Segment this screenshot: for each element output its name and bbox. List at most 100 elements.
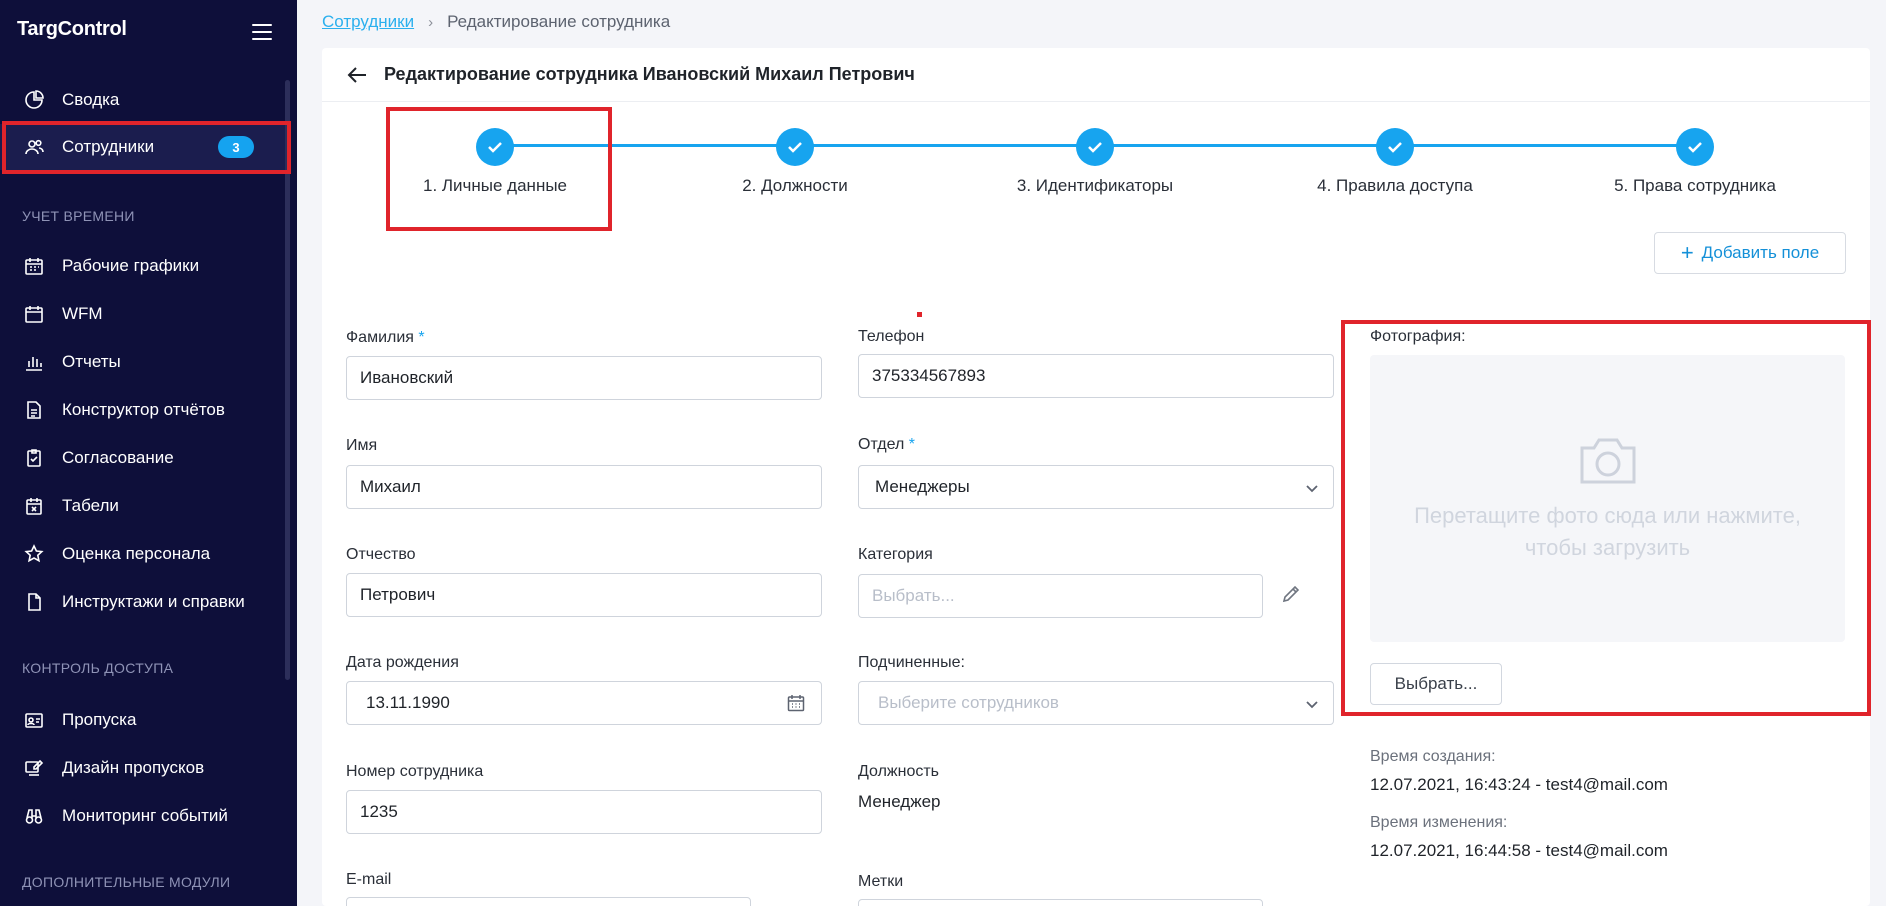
users-icon <box>24 137 44 157</box>
middle-name-field[interactable]: Петрович <box>346 573 822 617</box>
pencil-icon[interactable] <box>1281 584 1301 604</box>
sidebar-item-label: Дизайн пропусков <box>62 758 205 777</box>
subordinates-select[interactable]: Выберите сотрудников <box>858 681 1334 725</box>
created-label: Время создания: <box>1370 748 1496 765</box>
step-employee-rights[interactable]: 5. Права сотрудника <box>1555 128 1835 196</box>
phone-label: Телефон <box>858 328 925 345</box>
sidebar-item-label: Отчеты <box>62 352 121 371</box>
email-field[interactable] <box>346 897 751 906</box>
step-label: 3. Идентификаторы <box>1016 176 1174 195</box>
menu-icon[interactable] <box>252 24 272 40</box>
plus-icon: + <box>1680 240 1694 265</box>
subordinates-placeholder: Выберите сотрудников <box>878 693 1059 712</box>
sidebar-item-briefings[interactable]: Инструктажи и справки <box>0 579 285 625</box>
step-label: 4. Правила доступа <box>1317 176 1473 195</box>
modified-label: Время изменения: <box>1370 814 1508 831</box>
choose-photo-button[interactable]: Выбрать... <box>1370 663 1502 705</box>
document-icon <box>24 400 44 420</box>
step-access-rules[interactable]: 4. Правила доступа <box>1255 128 1535 196</box>
sidebar-item-label: Оценка персонала <box>62 544 211 563</box>
file-icon <box>24 592 44 612</box>
sidebar-item-employees[interactable]: Сотрудники 3 <box>0 124 285 170</box>
sidebar-item-reports[interactable]: Отчеты <box>0 339 285 385</box>
bar-chart-icon <box>24 352 44 372</box>
department-value: Менеджеры <box>875 477 970 496</box>
sidebar-scrollbar[interactable] <box>285 80 290 680</box>
sidebar-item-label: Пропуска <box>62 710 137 729</box>
breadcrumb-link-employees[interactable]: Сотрудники <box>322 12 414 32</box>
binoculars-icon <box>24 806 44 826</box>
camera-icon <box>1580 438 1635 483</box>
calendar-icon <box>24 256 44 276</box>
chevron-right-icon: › <box>428 13 434 31</box>
check-icon <box>476 128 514 166</box>
sidebar-item-staff-evaluation[interactable]: Оценка персонала <box>0 531 285 577</box>
first-name-field[interactable]: Михаил <box>346 465 822 509</box>
last-name-label: Фамилия * <box>346 329 425 346</box>
birth-date-field[interactable]: 13.11.1990 <box>346 681 822 725</box>
sidebar-item-summary[interactable]: Сводка <box>0 77 285 123</box>
step-identifiers[interactable]: 3. Идентификаторы <box>955 128 1235 196</box>
last-name-field[interactable]: Ивановский <box>346 356 822 400</box>
department-label: Отдел * <box>858 436 915 453</box>
sidebar-item-label: Сотрудники <box>62 137 155 156</box>
check-icon <box>1676 128 1714 166</box>
photo-dropzone[interactable]: Перетащите фото сюда или нажмите, чтобы … <box>1370 355 1845 642</box>
step-personal-data[interactable]: 1. Личные данные <box>355 128 635 196</box>
section-time-tracking: УЧЕТ ВРЕМЕНИ <box>22 208 135 224</box>
breadcrumb: Сотрудники › Редактирование сотрудника <box>322 12 670 32</box>
employee-number-field[interactable]: 1235 <box>346 790 822 834</box>
step-label: 2. Должности <box>742 176 848 195</box>
category-field[interactable]: Выбрать... <box>858 574 1263 618</box>
sidebar-item-label: Рабочие графики <box>62 256 200 275</box>
brand-logo: TargControl <box>17 18 127 40</box>
check-icon <box>776 128 814 166</box>
sidebar-item-passes[interactable]: Пропуска <box>0 697 285 743</box>
star-icon <box>24 544 44 564</box>
birth-date-label: Дата рождения <box>346 654 459 671</box>
add-field-label: Добавить поле <box>1701 243 1820 262</box>
department-select[interactable]: Менеджеры <box>858 465 1334 509</box>
pie-chart-icon <box>24 90 44 110</box>
card-header: Редактирование сотрудника Ивановский Мих… <box>322 48 1870 102</box>
add-field-button[interactable]: + Добавить поле <box>1654 232 1846 274</box>
calendar-icon <box>24 304 44 324</box>
position-label: Должность <box>858 763 939 780</box>
sidebar: TargControl Сводка Сотрудники 3 УЧЕТ ВРЕ… <box>0 0 297 906</box>
clipboard-check-icon <box>24 448 44 468</box>
tags-field[interactable] <box>858 899 1263 906</box>
sidebar-item-label: Мониторинг событий <box>62 806 228 825</box>
phone-field[interactable]: 375334567893 <box>858 354 1334 398</box>
sidebar-item-label: Сводка <box>62 90 120 109</box>
step-label: 5. Права сотрудника <box>1614 176 1776 195</box>
sidebar-item-wfm[interactable]: WFM <box>0 291 285 337</box>
sidebar-item-approval[interactable]: Согласование <box>0 435 285 481</box>
step-positions[interactable]: 2. Должности <box>655 128 935 196</box>
middle-name-label: Отчество <box>346 546 416 563</box>
sidebar-item-timesheets[interactable]: Табели <box>0 483 285 529</box>
design-icon <box>24 758 44 778</box>
calendar-icon[interactable] <box>787 694 805 712</box>
sidebar-item-event-monitoring[interactable]: Мониторинг событий <box>0 793 285 839</box>
page-title: Редактирование сотрудника Ивановский Мих… <box>384 64 915 84</box>
created-value: 12.07.2021, 16:43:24 - test4@mail.com <box>1370 775 1668 794</box>
category-label: Категория <box>858 546 933 563</box>
count-badge: 3 <box>218 136 254 158</box>
id-card-icon <box>24 710 44 730</box>
section-access-control: КОНТРОЛЬ ДОСТУПА <box>22 660 174 676</box>
dropzone-text: Перетащите фото сюда или нажмите, чтобы … <box>1414 502 1801 560</box>
chevron-down-icon <box>1305 696 1319 710</box>
email-label: E-mail <box>346 871 392 888</box>
marker-dot <box>917 312 922 317</box>
sidebar-item-work-schedules[interactable]: Рабочие графики <box>0 243 285 289</box>
sidebar-item-pass-design[interactable]: Дизайн пропусков <box>0 745 285 791</box>
first-name-label: Имя <box>346 437 378 454</box>
check-icon <box>1076 128 1114 166</box>
birth-date-value: 13.11.1990 <box>366 693 450 712</box>
photo-label: Фотография: <box>1370 328 1466 345</box>
back-arrow-icon[interactable] <box>346 64 368 86</box>
employee-number-label: Номер сотрудника <box>346 763 484 780</box>
sidebar-item-report-builder[interactable]: Конструктор отчётов <box>0 387 285 433</box>
sidebar-item-label: WFM <box>62 304 103 323</box>
modified-value: 12.07.2021, 16:44:58 - test4@mail.com <box>1370 841 1668 860</box>
